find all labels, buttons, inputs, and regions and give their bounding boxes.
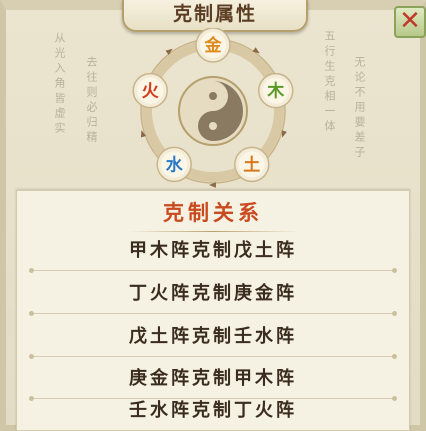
row-divider xyxy=(31,270,395,271)
relations-heading: 克制关系 xyxy=(163,200,263,225)
five-elements-wheel: 金木土 水 火 xyxy=(132,28,294,188)
yin-dot xyxy=(209,92,217,100)
relation-row: 戊土阵克制壬水阵 xyxy=(17,317,409,359)
relation-text: 戊土阵克制壬水阵 xyxy=(129,326,297,347)
earth-element-icon: 土 xyxy=(234,146,270,183)
divider-dot xyxy=(392,311,397,316)
close-icon: ✕ xyxy=(399,6,421,36)
side-text-3: 五行生克相一体 xyxy=(323,30,336,135)
wood-element-icon: 木 xyxy=(258,72,294,109)
yang-dot xyxy=(209,122,217,130)
panel-title: 克制属性 xyxy=(172,3,257,25)
side-text-2: 去往则必归精 xyxy=(85,56,98,146)
metal-element-icon: 金 xyxy=(195,28,231,63)
relation-text: 丁火阵克制庚金阵 xyxy=(129,283,297,304)
row-divider xyxy=(31,356,395,357)
cycle-arrow-icon xyxy=(281,130,287,138)
divider-dot xyxy=(29,268,34,273)
element-label: 水 xyxy=(166,154,184,175)
relation-text: 壬水阵克制丁火阵 xyxy=(129,400,297,421)
fire-element-icon: 火 xyxy=(132,72,168,109)
close-button[interactable]: ✕ xyxy=(394,6,426,38)
element-label: 木 xyxy=(266,81,285,102)
relation-row: 甲木阵克制戊土阵 xyxy=(17,231,409,273)
side-text-1: 从光入角皆虚实 xyxy=(53,32,66,137)
side-text-4: 无论不用要差子 xyxy=(353,56,366,161)
element-label: 土 xyxy=(243,154,260,175)
element-label: 金 xyxy=(204,35,223,56)
divider-dot xyxy=(29,311,34,316)
relations-card: 克制关系 甲木阵克制戊土阵 丁火阵克制庚金阵 戊土阵克制壬水阵 庚金阵克制甲木阵… xyxy=(16,190,410,431)
relation-text: 庚金阵克制甲木阵 xyxy=(129,368,297,389)
row-divider xyxy=(31,313,395,314)
water-element-icon: 水 xyxy=(156,146,192,183)
relation-row: 壬水阵克制丁火阵 xyxy=(17,391,409,431)
relation-text: 甲木阵克制戊土阵 xyxy=(129,240,297,261)
relation-row: 丁火阵克制庚金阵 xyxy=(17,274,409,316)
divider-dot xyxy=(392,268,397,273)
element-label: 火 xyxy=(142,82,160,102)
